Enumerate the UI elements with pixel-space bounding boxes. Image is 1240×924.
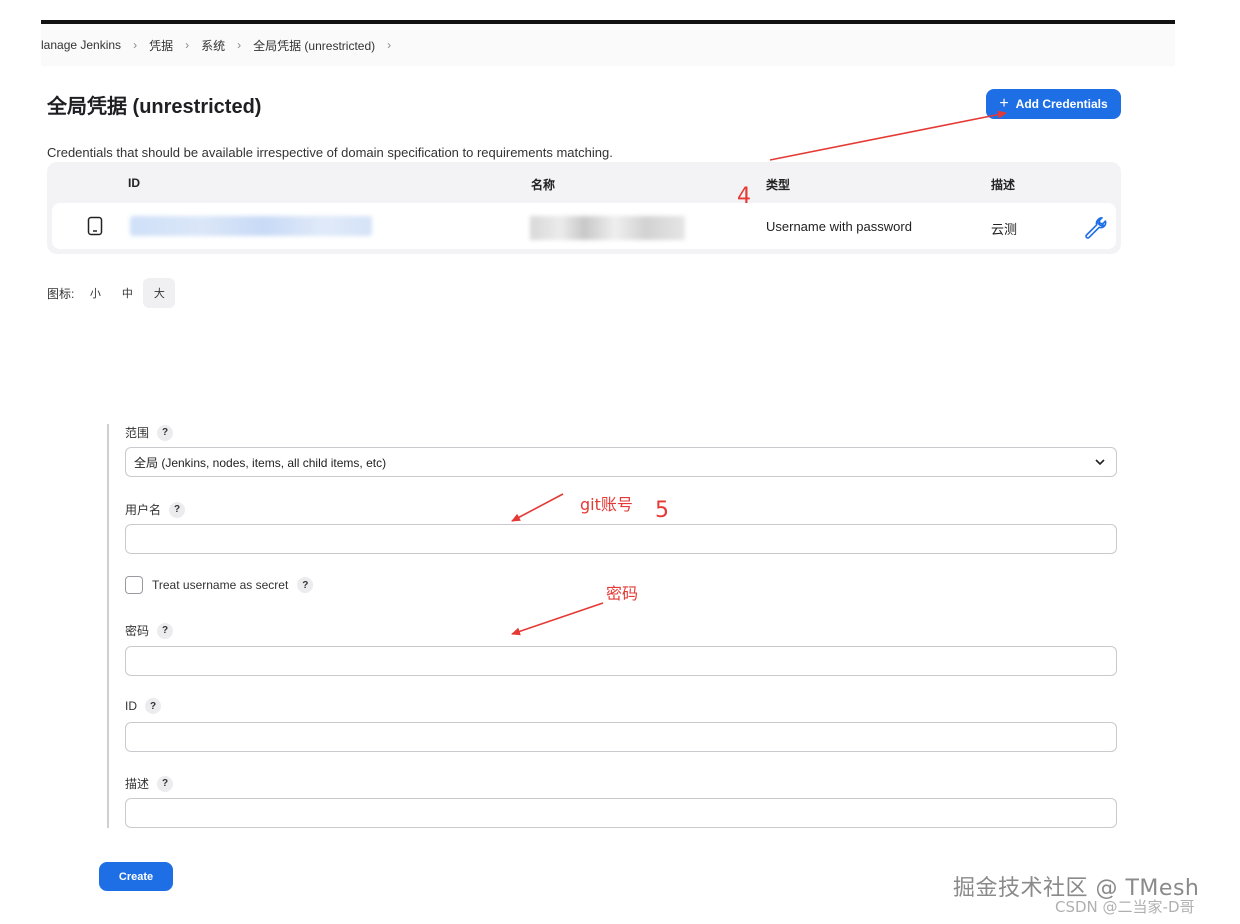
page-title: 全局凭据 (unrestricted)	[47, 96, 262, 118]
password-label-row: 密码 ?	[125, 622, 174, 639]
chevron-down-icon	[1095, 459, 1105, 466]
credentials-table: ID 名称 类型 描述 Username with password 云测	[47, 162, 1121, 254]
icon-size-medium[interactable]: 中	[111, 278, 143, 308]
id-label-row: ID ?	[125, 698, 161, 714]
help-icon[interactable]: ?	[297, 577, 314, 593]
username-secret-label: Treat username as secret	[152, 578, 289, 592]
username-label: 用户名	[125, 503, 162, 517]
icon-size-selector: 图标: 小 中 大	[47, 278, 176, 308]
annotation-arrow-password	[511, 602, 604, 636]
annotation-step5: 5	[655, 498, 669, 523]
annotation-step4: 4	[737, 184, 751, 209]
chevron-right-icon[interactable]: ›	[387, 38, 391, 52]
wrench-icon[interactable]	[1082, 213, 1108, 239]
column-header-type: 类型	[766, 178, 791, 192]
credential-type: Username with password	[766, 219, 912, 234]
scope-value: 全局 (Jenkins, nodes, items, all child ite…	[134, 455, 387, 470]
plus-icon: +	[999, 95, 1009, 112]
page-description: Credentials that should be available irr…	[47, 145, 613, 160]
column-header-id: ID	[128, 176, 140, 190]
credential-name	[530, 216, 685, 240]
annotation-git-account: git账号	[580, 495, 633, 514]
column-header-name: 名称	[531, 178, 556, 192]
help-icon[interactable]: ?	[157, 622, 174, 639]
create-button[interactable]: Create	[99, 862, 173, 891]
help-icon[interactable]: ?	[157, 775, 174, 792]
icon-size-small[interactable]: 小	[79, 278, 111, 308]
credential-phone-icon	[87, 216, 103, 236]
description-label-row: 描述 ?	[125, 775, 174, 792]
id-label: ID	[125, 699, 137, 713]
scope-select[interactable]: 全局 (Jenkins, nodes, items, all child ite…	[125, 447, 1117, 477]
add-credentials-label: Add Credentials	[1015, 97, 1108, 111]
description-label: 描述	[125, 777, 150, 791]
annotation-arrow-step4	[769, 110, 1007, 161]
breadcrumb: lanage Jenkins › 凭据 › 系统 › 全局凭据 (unrestr…	[41, 24, 1175, 66]
username-secret-checkbox[interactable]	[125, 576, 143, 594]
chevron-right-icon: ›	[133, 38, 138, 52]
icon-size-large[interactable]: 大	[143, 278, 176, 308]
help-icon[interactable]: ?	[145, 698, 161, 714]
username-field[interactable]	[125, 524, 1117, 554]
form-section-border	[107, 424, 109, 828]
column-header-description: 描述	[991, 178, 1016, 192]
annotation-password-note: 密码	[606, 584, 639, 603]
help-icon[interactable]: ?	[157, 424, 174, 441]
username-label-row: 用户名 ?	[125, 501, 186, 518]
add-credentials-button[interactable]: + Add Credentials	[986, 89, 1121, 119]
breadcrumb-credentials[interactable]: 凭据	[149, 37, 173, 54]
icon-size-label: 图标:	[47, 286, 75, 301]
help-icon[interactable]: ?	[169, 501, 186, 518]
breadcrumb-global-credentials[interactable]: 全局凭据 (unrestricted)	[253, 37, 375, 54]
annotation-arrow-git-account	[511, 493, 564, 522]
scope-label-row: 范围 ?	[125, 424, 174, 441]
table-row: Username with password 云测	[52, 203, 1116, 249]
breadcrumb-system[interactable]: 系统	[201, 37, 225, 54]
chevron-right-icon: ›	[237, 38, 242, 52]
id-field[interactable]	[125, 722, 1117, 752]
credential-description: 云测	[991, 222, 1018, 237]
chevron-right-icon: ›	[185, 38, 190, 52]
credential-id-link[interactable]	[130, 216, 372, 236]
breadcrumb-manage-jenkins[interactable]: lanage Jenkins	[41, 38, 121, 52]
description-field[interactable]	[125, 798, 1117, 828]
password-label: 密码	[125, 624, 150, 638]
username-secret-row: Treat username as secret ?	[125, 576, 314, 594]
watermark-secondary: CSDN @二当家-D哥	[1055, 898, 1195, 916]
password-field[interactable]	[125, 646, 1117, 676]
scope-label: 范围	[125, 426, 150, 440]
